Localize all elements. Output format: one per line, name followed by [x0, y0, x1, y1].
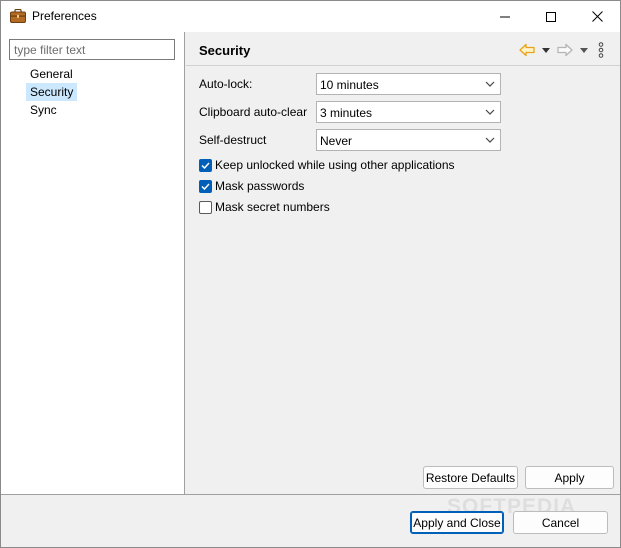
preferences-tree: General Security Sync	[26, 65, 78, 119]
chevron-down-icon	[485, 81, 495, 87]
window-title: Preferences	[32, 9, 97, 23]
clipboard-select[interactable]: 3 minutes	[316, 101, 501, 123]
apply-and-close-button[interactable]: Apply and Close	[410, 511, 504, 534]
clipboard-value: 3 minutes	[320, 106, 373, 120]
kebab-menu-icon[interactable]	[598, 42, 604, 58]
auto-lock-select[interactable]: 10 minutes	[316, 73, 501, 95]
restore-defaults-button[interactable]: Restore Defaults	[423, 466, 518, 489]
page-title: Security	[199, 43, 251, 58]
checkmark-icon	[199, 179, 212, 193]
minimize-icon	[500, 16, 510, 17]
preferences-tree-panel: General Security Sync	[1, 32, 185, 494]
mask-passwords-checkbox[interactable]: Mask passwords	[199, 178, 304, 194]
auto-lock-label: Auto-lock:	[199, 77, 253, 91]
briefcase-icon	[10, 8, 26, 23]
back-history-dropdown-icon[interactable]	[542, 42, 550, 58]
checkmark-icon	[199, 158, 212, 172]
apply-button[interactable]: Apply	[525, 466, 614, 489]
mask-passwords-label: Mask passwords	[215, 179, 305, 193]
mask-secret-numbers-checkbox[interactable]: Mask secret numbers	[199, 199, 330, 215]
forward-arrow-icon[interactable]	[557, 42, 573, 58]
forward-history-dropdown-icon[interactable]	[580, 42, 588, 58]
self-destruct-label: Self-destruct	[199, 133, 267, 147]
chevron-down-icon	[485, 109, 495, 115]
tree-item-sync[interactable]: Sync	[26, 101, 61, 119]
keep-unlocked-label: Keep unlocked while using other applicat…	[215, 158, 455, 172]
chevron-down-icon	[485, 137, 495, 143]
close-button[interactable]	[574, 1, 620, 32]
empty-checkbox-icon	[199, 200, 212, 214]
keep-unlocked-checkbox[interactable]: Keep unlocked while using other applicat…	[199, 157, 455, 173]
clipboard-label: Clipboard auto-clear	[199, 105, 308, 119]
header-divider	[186, 65, 620, 66]
preferences-window: Preferences General Security Sync Securi…	[0, 0, 621, 548]
title-bar: Preferences	[1, 1, 620, 32]
maximize-button[interactable]	[528, 1, 574, 32]
cancel-button[interactable]: Cancel	[513, 511, 608, 534]
maximize-icon	[546, 11, 556, 22]
back-arrow-icon[interactable]	[519, 42, 535, 58]
tree-item-security[interactable]: Security	[26, 83, 78, 101]
filter-input[interactable]	[9, 39, 175, 60]
auto-lock-value: 10 minutes	[320, 78, 379, 92]
security-page: Security Auto-lock: 10 minutes Clipboard…	[186, 32, 620, 494]
self-destruct-value: Never	[320, 134, 353, 148]
tree-item-general[interactable]: General	[26, 65, 77, 83]
self-destruct-select[interactable]: Never	[316, 129, 501, 151]
close-icon	[591, 11, 603, 22]
mask-secret-numbers-label: Mask secret numbers	[215, 200, 330, 214]
minimize-button[interactable]	[482, 1, 528, 32]
